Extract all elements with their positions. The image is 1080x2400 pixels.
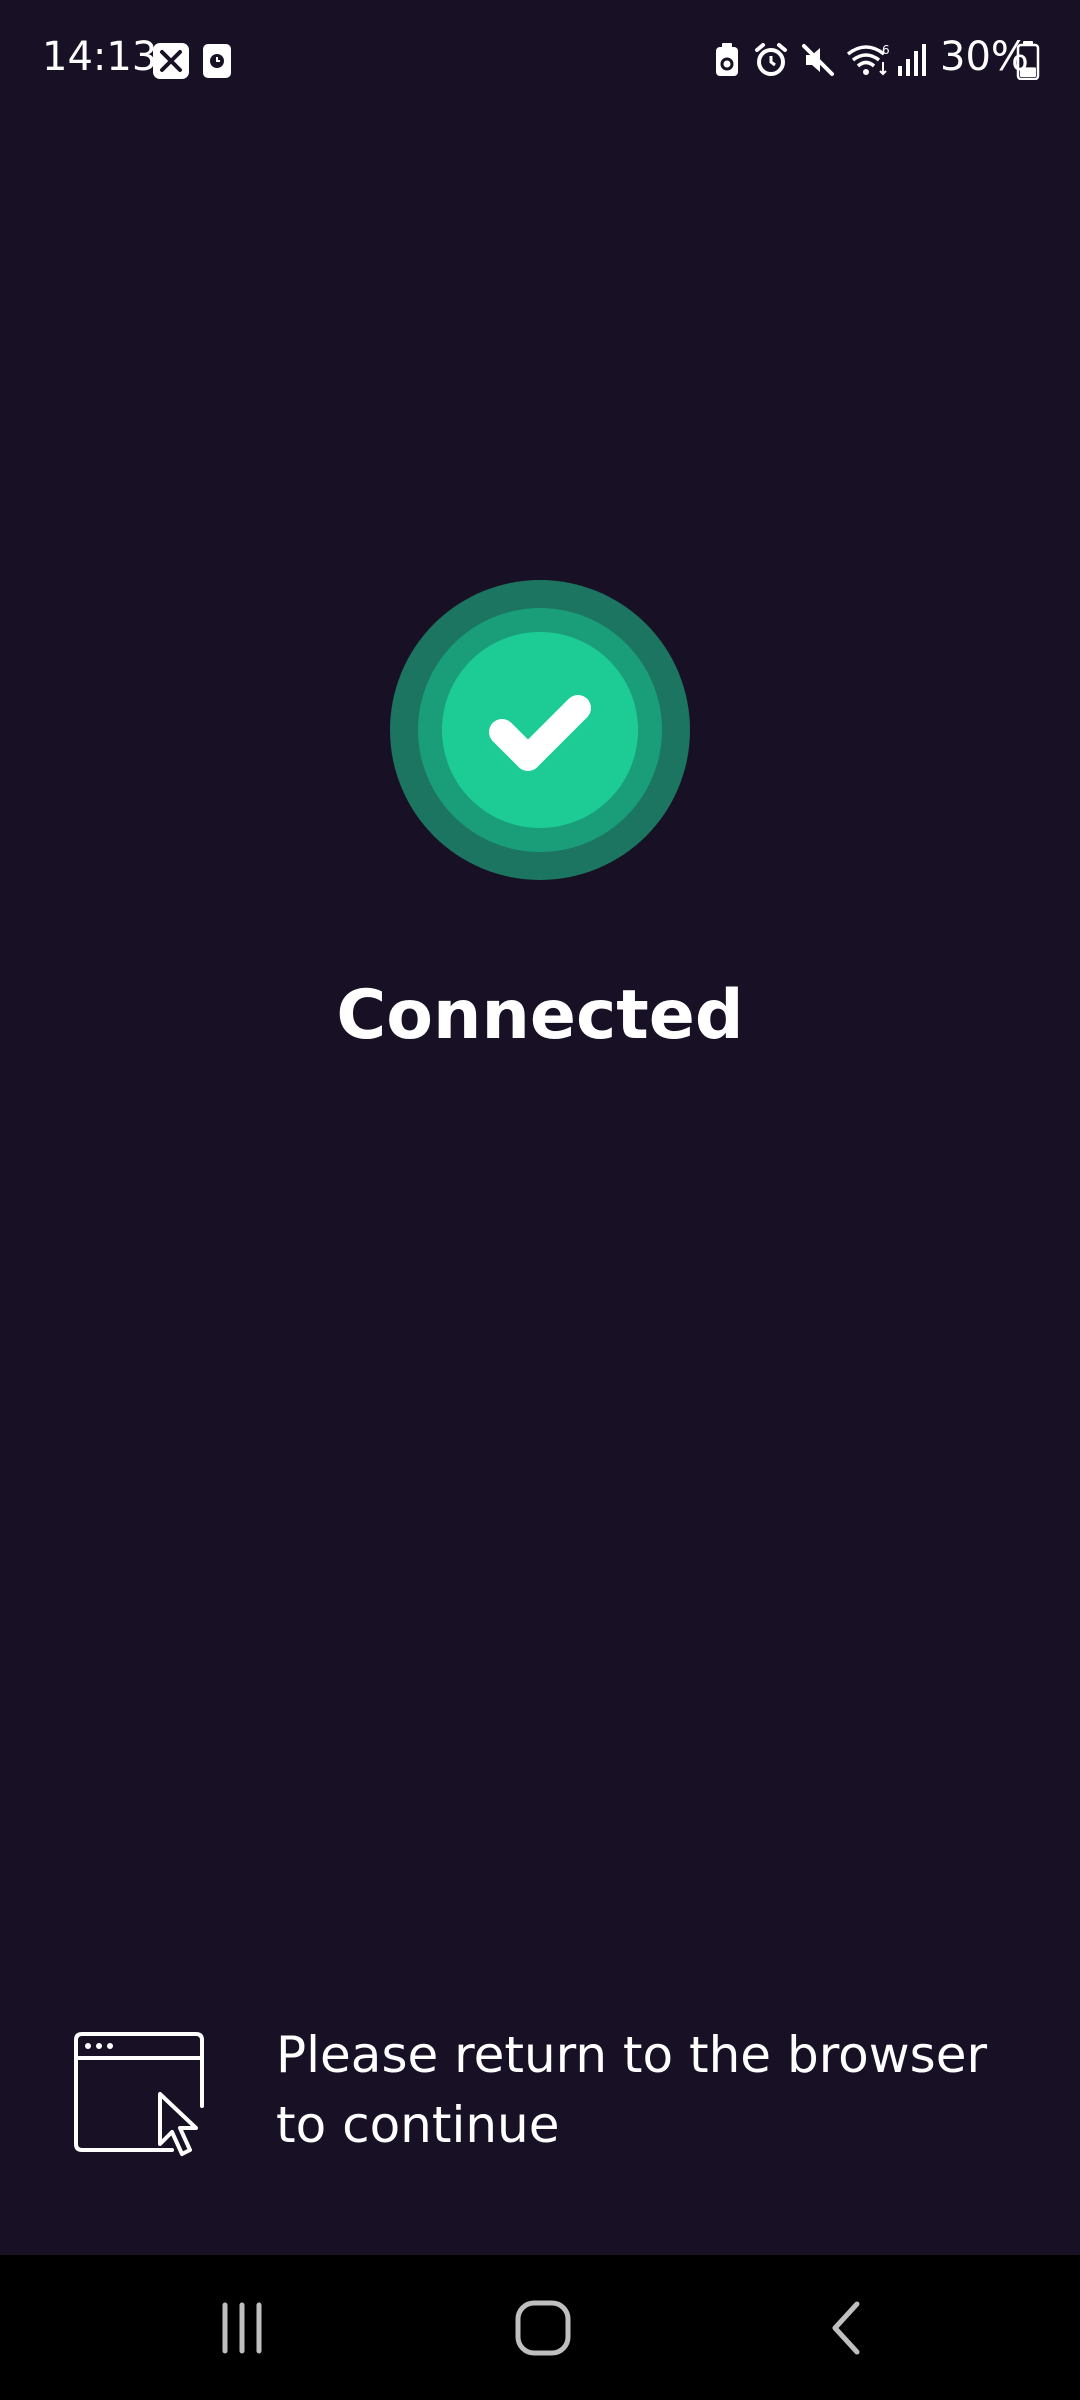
back-icon [832, 2301, 860, 2354]
status-time: 14:13 [42, 34, 158, 80]
home-icon [515, 2300, 571, 2355]
app-screen: 14:13 6 30% Connected Please return to t… [0, 0, 1080, 2400]
check-circle-icon [390, 580, 690, 880]
return-to-browser-hint: Please return to the browser to continue [276, 2026, 988, 2154]
recents-button[interactable] [142, 2255, 342, 2400]
home-button[interactable] [443, 2255, 643, 2400]
browser-cursor-icon [74, 2032, 204, 2156]
recents-icon [222, 2302, 262, 2353]
battery-icon [1016, 41, 1040, 80]
connection-status-title: Connected [336, 976, 744, 1055]
mute-icon [802, 44, 834, 76]
alarm-icon [755, 43, 787, 76]
back-button[interactable] [745, 2255, 945, 2400]
signal-icon [898, 44, 926, 76]
battery-saver-icon [716, 43, 738, 76]
status-bar: 14:13 6 30% [0, 0, 1080, 120]
clock-app-icon [203, 44, 231, 78]
navigation-bar [0, 2255, 1080, 2400]
x-app-icon [153, 43, 189, 79]
wifi-6-icon: 6 [846, 43, 890, 76]
svg-text:6: 6 [882, 43, 890, 57]
